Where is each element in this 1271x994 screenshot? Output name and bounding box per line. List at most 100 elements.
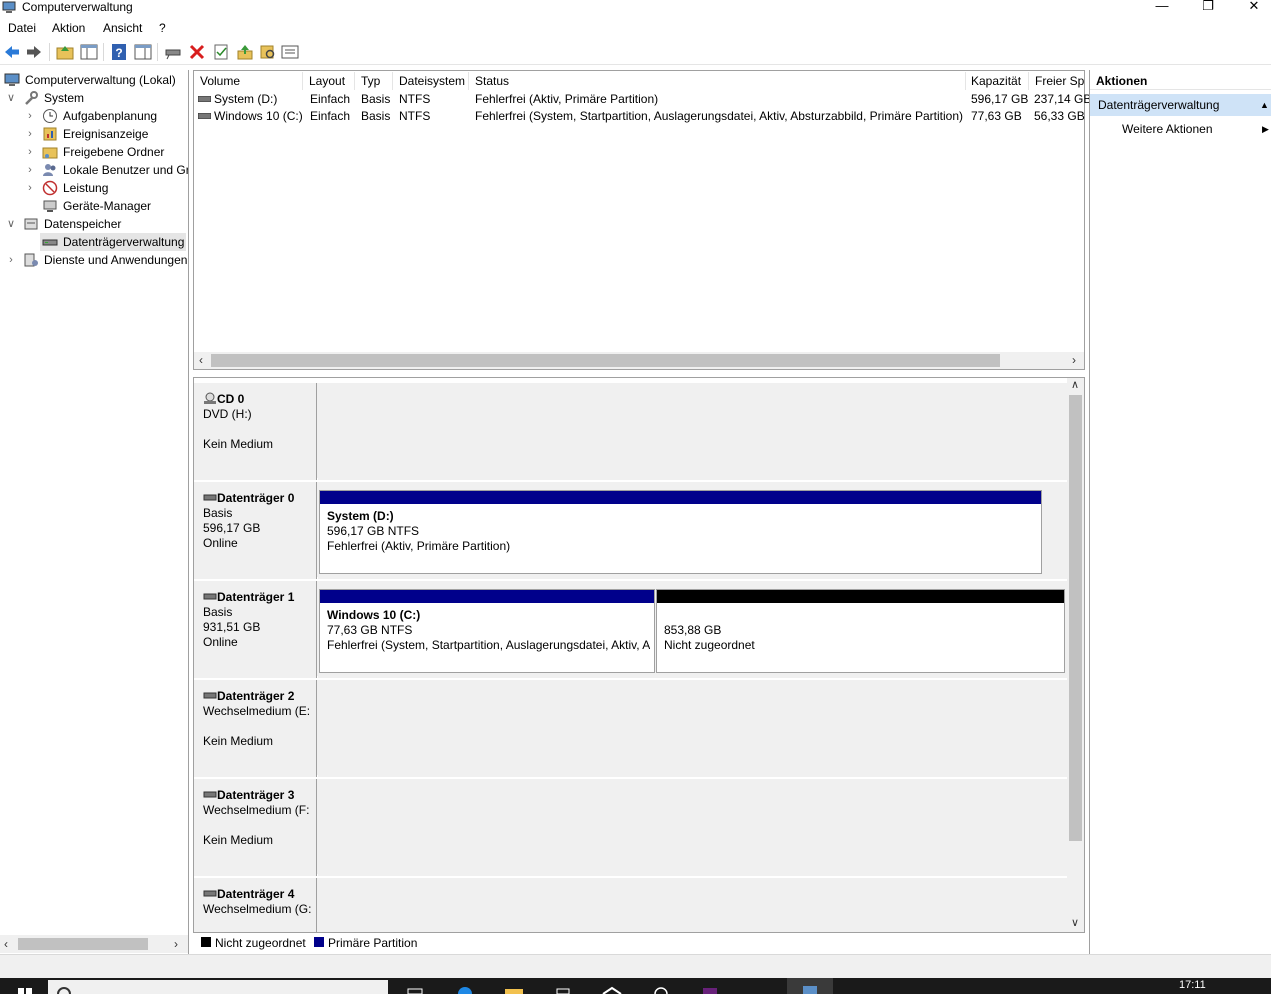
scrollbar-thumb[interactable] [18,938,148,950]
file-explorer-icon[interactable] [503,986,525,994]
volume-list-horizontal-scrollbar[interactable]: ‹ › [194,352,1084,369]
disk-row-4[interactable]: Datenträger 4 Wechselmedium (G: [194,878,1067,932]
scrollbar-thumb[interactable] [1069,395,1082,841]
tree-item-freigegebene-ordner[interactable]: › Freigebene Ordner [0,143,188,161]
computer-management-icon [803,986,817,994]
tree-item-ereignisanzeige[interactable]: › Ereignisanzeige [0,125,188,143]
search-icon [57,987,71,994]
chevron-right-icon[interactable]: › [25,107,35,125]
toolbar-separator [103,43,104,61]
chevron-right-icon[interactable]: › [25,143,35,161]
legend-unallocated-label: Nicht zugeordnet [215,936,306,950]
search-icon[interactable] [259,43,277,61]
disk-label[interactable]: Datenträger 2 Wechselmedium (E: Kein Med… [194,680,317,777]
column-header-typ[interactable]: Typ [356,72,393,90]
back-icon[interactable] [3,43,21,61]
tree-item-leistung[interactable]: › Leistung [0,179,188,197]
up-folder-icon[interactable] [56,43,74,61]
scroll-up-icon[interactable]: ∧ [1071,378,1079,391]
scroll-right-icon[interactable]: › [174,937,178,951]
store-icon[interactable] [552,986,574,994]
chevron-right-icon[interactable]: › [6,251,16,269]
tree-item-datenspeicher[interactable]: ∨ Datenspeicher [0,215,188,233]
chevron-down-icon[interactable]: ∨ [6,89,16,107]
help-icon[interactable]: ? [110,43,128,61]
disk-row-3[interactable]: Datenträger 3 Wechselmedium (F: Kein Med… [194,779,1067,876]
column-header-freier-speicher[interactable]: Freier Spe [1030,72,1084,90]
menu-aktion[interactable]: Aktion [52,21,85,35]
task-view-icon[interactable] [404,986,426,994]
restore-button[interactable]: ❐ [1185,0,1231,17]
column-header-status[interactable]: Status [470,72,966,90]
partition-windows-c[interactable]: Windows 10 (C:) 77,63 GB NTFS Fehlerfrei… [319,589,655,673]
disk-map-vertical-scrollbar[interactable]: ∧ ∨ [1067,378,1084,932]
disk-row-cd0[interactable]: CD 0 DVD (H:) Kein Medium [194,383,1067,480]
disk-label[interactable]: Datenträger 3 Wechselmedium (F: Kein Med… [194,779,317,876]
tree-item-root[interactable]: Computerverwaltung (Lokal) [0,71,188,89]
scroll-right-icon[interactable]: › [1072,353,1076,367]
navigation-tree: Computerverwaltung (Lokal) ∨ System › Au… [0,70,189,954]
disk-area [318,680,1067,777]
show-hide-action-pane-icon[interactable] [134,43,152,61]
delete-icon[interactable] [188,43,206,61]
disk-label[interactable]: CD 0 DVD (H:) Kein Medium [194,383,317,480]
tree-item-datentraegerverwaltung[interactable]: Datenträgerverwaltung [40,233,186,251]
connect-drive-icon[interactable] [164,43,182,61]
show-hide-tree-icon[interactable] [80,43,98,61]
app-icon[interactable] [650,986,672,994]
export-icon[interactable] [236,43,254,61]
tree-horizontal-scrollbar[interactable]: ‹ › [0,935,188,953]
mail-icon[interactable] [601,986,623,994]
taskbar-clock[interactable]: 17:11 [1179,979,1206,991]
console-settings-icon[interactable] [281,43,299,61]
disk-icon [42,239,58,246]
disk-label[interactable]: Datenträger 0 Basis 596,17 GB Online [194,482,317,579]
actions-section-datentraegerverwaltung[interactable]: Datenträgerverwaltung ▲ [1090,94,1271,116]
tools-icon [25,91,38,105]
clock-icon [43,109,57,123]
start-icon[interactable] [14,986,36,994]
scroll-left-icon[interactable]: ‹ [4,937,8,951]
taskbar-search-box[interactable] [48,980,388,994]
volume-free-space: 237,14 GB [1034,92,1092,106]
close-button[interactable]: ✕ [1231,0,1271,17]
forward-icon[interactable] [25,43,43,61]
edge-icon[interactable] [454,986,476,994]
column-header-kapazitaet[interactable]: Kapazität [966,72,1029,90]
disk-row-1[interactable]: Datenträger 1 Basis 931,51 GB Online Win… [194,581,1067,678]
submenu-arrow-icon[interactable]: ▶ [1262,119,1269,139]
menu-datei[interactable]: Datei [8,21,36,35]
tree-item-aufgabenplanung[interactable]: › Aufgabenplanung [0,107,188,125]
weitere-aktionen-item[interactable]: Weitere Aktionen ▶ [1090,119,1271,139]
partition-unallocated[interactable]: 853,88 GB Nicht zugeordnet [656,589,1065,673]
partition-system-d[interactable]: System (D:) 596,17 GB NTFS Fehlerfrei (A… [319,490,1042,574]
menu-ansicht[interactable]: Ansicht [103,21,142,35]
scrollbar-thumb[interactable] [211,354,1000,367]
chevron-right-icon[interactable]: › [25,125,35,143]
tree-item-system[interactable]: ∨ System [0,89,188,107]
tree-label: Leistung [63,181,109,195]
tree-item-lokale-benutzer[interactable]: › Lokale Benutzer und Gruppen [0,161,188,179]
chevron-right-icon[interactable]: › [25,179,35,197]
chevron-right-icon[interactable]: › [25,161,35,179]
properties-icon[interactable] [212,43,230,61]
volume-row[interactable]: System (D:) Einfach Basis NTFS Fehlerfre… [194,91,1091,108]
scroll-down-icon[interactable]: ∨ [1071,916,1079,929]
tree-item-dienste[interactable]: › Dienste und Anwendungen [0,251,188,269]
disk-label[interactable]: Datenträger 4 Wechselmedium (G: [194,878,317,932]
minimize-button[interactable]: — [1139,0,1185,17]
column-header-volume[interactable]: Volume [195,72,303,90]
tree-item-geraete-manager[interactable]: Geräte-Manager [0,197,188,215]
disk-row-0[interactable]: Datenträger 0 Basis 596,17 GB Online Sys… [194,482,1067,579]
column-header-layout[interactable]: Layout [304,72,355,90]
disk-label[interactable]: Datenträger 1 Basis 931,51 GB Online [194,581,317,678]
menu-help[interactable]: ? [159,21,166,35]
volume-row[interactable]: Windows 10 (C:) Einfach Basis NTFS Fehle… [194,108,1085,125]
disk-row-2[interactable]: Datenträger 2 Wechselmedium (E: Kein Med… [194,680,1067,777]
active-app-button[interactable] [787,978,833,994]
collapse-icon[interactable]: ▲ [1260,94,1269,116]
visual-studio-icon[interactable] [699,986,721,994]
chevron-down-icon[interactable]: ∨ [6,215,16,233]
scroll-left-icon[interactable]: ‹ [199,353,203,367]
column-header-dateisystem[interactable]: Dateisystem [394,72,469,90]
